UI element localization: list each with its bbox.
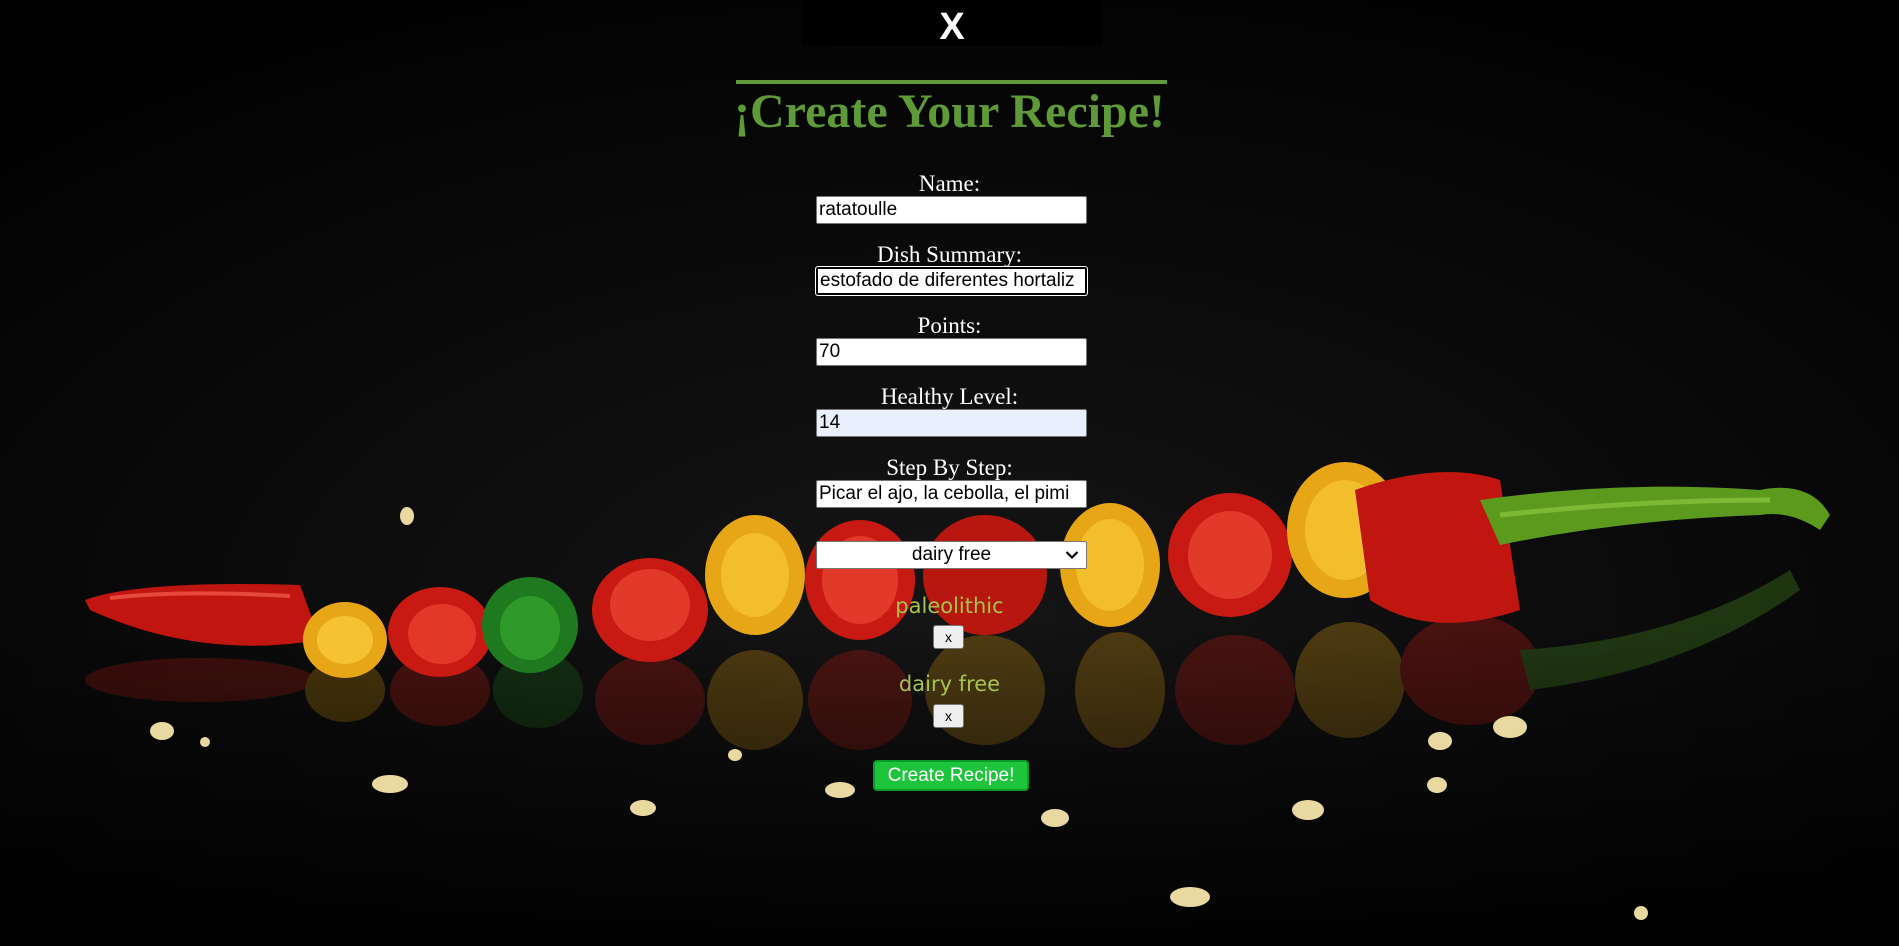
modal-close-bar: X [802,0,1102,46]
points-field[interactable] [816,338,1087,366]
healthy-level-field[interactable] [816,409,1087,437]
diet-select[interactable]: dairy free [816,541,1087,569]
name-field[interactable] [816,196,1087,224]
diet-tag-label: dairy free [898,672,1001,696]
dish-summary-field[interactable] [816,267,1087,295]
remove-tag-button[interactable]: x [933,704,964,728]
step-by-step-field[interactable] [816,480,1087,508]
diet-select-value: dairy free [911,544,992,565]
name-label: Name: [918,171,981,196]
create-recipe-button[interactable]: Create Recipe! [873,760,1029,791]
points-label: Points: [917,313,982,338]
page-title: ¡Create Your Recipe! [734,85,1165,138]
remove-tag-button[interactable]: x [933,625,964,649]
close-button[interactable]: X [939,8,964,46]
healthy-level-label: Healthy Level: [880,384,1019,409]
chevron-down-icon [1065,551,1079,560]
diet-tag-label: paleolithic [895,594,1004,618]
dish-summary-label: Dish Summary: [876,242,1023,267]
step-by-step-label: Step By Step: [886,455,1013,480]
